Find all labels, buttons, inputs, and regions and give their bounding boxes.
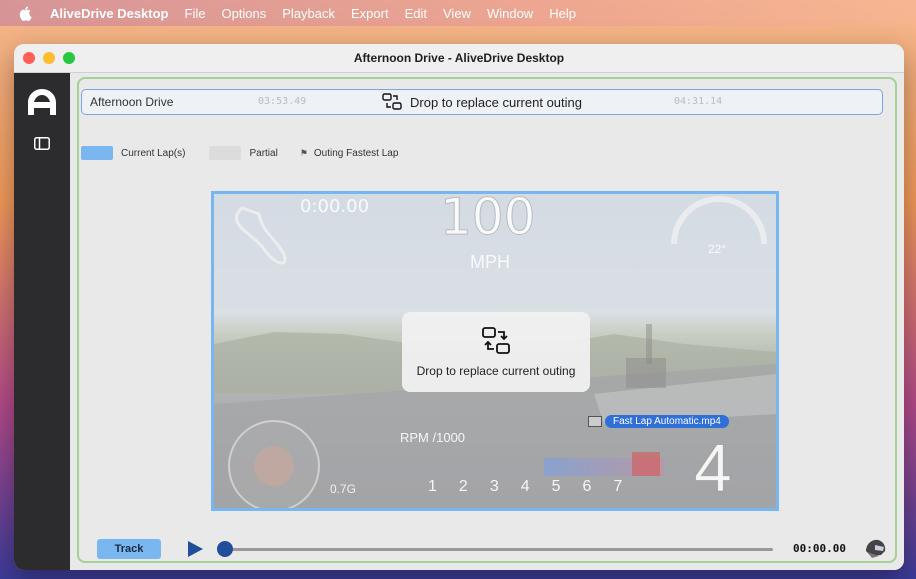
hud-gear-4: 4	[520, 478, 530, 495]
drop-replace-card[interactable]: Drop to replace current outing	[402, 312, 590, 392]
alivedrive-logo-icon[interactable]	[26, 87, 58, 117]
hud-gear-3: 3	[489, 478, 499, 495]
menu-file[interactable]: File	[185, 6, 206, 21]
menu-app-name[interactable]: AliveDrive Desktop	[50, 6, 169, 21]
play-icon[interactable]	[186, 540, 204, 558]
outing-end-time: 04:31.14	[674, 96, 723, 107]
window-controls	[23, 52, 75, 64]
menu-window[interactable]: Window	[487, 6, 533, 21]
hud-gear-1: 1	[428, 478, 437, 495]
helmet-icon[interactable]	[863, 537, 887, 559]
hud-gear-2: 2	[458, 478, 468, 495]
main-content: Afternoon Drive 03:53.49 Drop to replace…	[71, 73, 904, 570]
outing-timeline-bar[interactable]: Afternoon Drive 03:53.49 Drop to replace…	[81, 89, 883, 115]
hud-temperature: 22°	[708, 242, 727, 256]
hud-gear-7: 7	[613, 478, 623, 495]
hud-speed-unit: MPH	[470, 252, 510, 272]
dragged-file[interactable]: Fast Lap Automatic.mp4	[588, 413, 729, 429]
hud-gear-scale: 1 2 3 4 5 6 7	[428, 478, 622, 496]
playback-time: 00:00.00	[793, 542, 846, 555]
video-file-icon	[588, 415, 602, 427]
hud-lap-time: 0:00.00	[300, 196, 370, 217]
sidebar-toggle-icon[interactable]	[34, 137, 50, 150]
lap-legend: Current Lap(s) Partial ⚑ Outing Fastest …	[81, 145, 398, 161]
legend-current-label: Current Lap(s)	[121, 147, 186, 159]
hud-gear-5: 5	[551, 478, 561, 495]
sidebar	[14, 73, 70, 570]
menu-view[interactable]: View	[443, 6, 471, 21]
hud-current-gear: 4	[694, 430, 733, 506]
hud-rpm-label: RPM /1000	[400, 430, 466, 445]
replace-icon	[382, 93, 402, 110]
outing-start-time: 03:53.49	[258, 96, 307, 107]
current-lap-swatch	[81, 146, 113, 160]
menu-help[interactable]: Help	[549, 6, 576, 21]
app-window: Afternoon Drive - AliveDrive Desktop Aft…	[14, 44, 904, 570]
scrubber-handle[interactable]	[217, 541, 233, 557]
legend-partial-label: Partial	[249, 147, 278, 159]
close-window-button[interactable]	[23, 52, 35, 64]
hud-rpm-redline	[632, 452, 660, 476]
zoom-window-button[interactable]	[63, 52, 75, 64]
apple-icon[interactable]	[18, 5, 34, 21]
title-bar[interactable]: Afternoon Drive - AliveDrive Desktop	[14, 44, 904, 73]
checkered-flag-icon: ⚑	[299, 147, 308, 158]
menu-options[interactable]: Options	[221, 6, 266, 21]
menu-bar: AliveDrive Desktop File Options Playback…	[0, 0, 916, 26]
replace-outing-icon	[482, 327, 510, 354]
menu-edit[interactable]: Edit	[405, 6, 427, 21]
outing-name[interactable]: Afternoon Drive	[84, 92, 244, 112]
menu-playback[interactable]: Playback	[282, 6, 335, 21]
hud-speed: 100	[439, 191, 536, 247]
window-title: Afternoon Drive - AliveDrive Desktop	[353, 51, 565, 65]
drop-replace-text: Drop to replace current outing	[410, 94, 582, 110]
hud-g-force: 0.7G	[330, 482, 357, 496]
legend-fastest-label: Outing Fastest Lap	[313, 147, 399, 159]
drop-replace-card-label: Drop to replace current outing	[416, 364, 576, 378]
hud-gear-6: 6	[582, 478, 592, 495]
dragged-file-name: Fast Lap Automatic.mp4	[605, 414, 729, 428]
menu-export[interactable]: Export	[351, 6, 389, 21]
minimize-window-button[interactable]	[43, 52, 55, 64]
partial-lap-swatch	[209, 146, 242, 160]
drop-replace-hint: Drop to replace current outing	[382, 92, 582, 112]
track-button[interactable]: Track	[97, 539, 161, 559]
video-preview[interactable]: 0:00.00 100 MPH 22° RPM /1000 0.7G 1 2 3…	[211, 191, 779, 511]
playback-scrubber[interactable]	[219, 548, 773, 551]
